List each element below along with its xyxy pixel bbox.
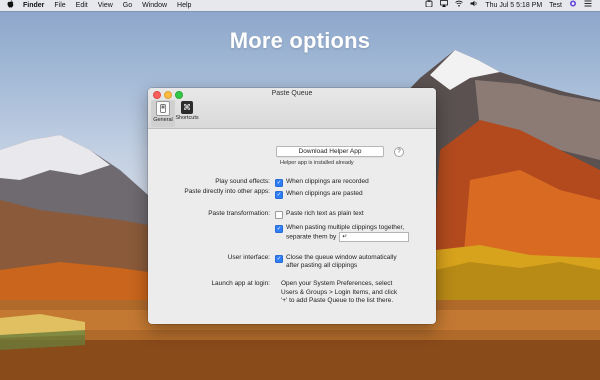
- menu-clock[interactable]: Thu Jul 5 5:18 PM: [485, 0, 542, 11]
- separator-field[interactable]: ↵: [339, 232, 410, 242]
- plain-text-checkbox[interactable]: [275, 210, 283, 219]
- tab-shortcuts-label: Shortcuts: [175, 115, 199, 121]
- tab-shortcuts[interactable]: ⌘ Shortcuts: [175, 100, 199, 127]
- tab-general-label: General: [153, 117, 173, 123]
- help-button[interactable]: ?: [394, 147, 404, 157]
- plain-text-label: Paste rich text as plain text: [286, 210, 364, 217]
- plain-text-option[interactable]: Paste rich text as plain text: [275, 210, 364, 219]
- menu-extras: Thu Jul 5 5:18 PM Test: [418, 0, 600, 11]
- menu-bar: Finder File Edit View Go Window Help Thu…: [0, 0, 600, 11]
- close-window-line2: after pasting all clippings: [286, 262, 358, 269]
- separator-checkbox[interactable]: ✓: [275, 224, 283, 233]
- close-window-text: Close the queue window automatically aft…: [286, 254, 397, 270]
- apple-icon[interactable]: [7, 0, 15, 11]
- download-helper-button[interactable]: Download Helper App: [276, 146, 384, 157]
- notification-center-icon[interactable]: [584, 0, 592, 11]
- menu-edit[interactable]: Edit: [76, 0, 88, 11]
- window-title: Paste Queue: [271, 90, 313, 97]
- preferences-toolbar: General ⌘ Shortcuts: [151, 100, 199, 127]
- window-titlebar[interactable]: Paste Queue General ⌘ Shortcuts: [148, 88, 436, 129]
- sound-effects-label: Play sound effects:: [215, 178, 270, 185]
- sound-pasted-option[interactable]: ✓ When clippings are pasted: [275, 190, 363, 199]
- sound-recorded-option[interactable]: ✓ When clippings are recorded: [275, 178, 369, 187]
- sound-recorded-checkbox[interactable]: ✓: [275, 178, 283, 187]
- menu-view[interactable]: View: [98, 0, 113, 11]
- menu-user[interactable]: Test: [549, 0, 562, 11]
- separator-text: When pasting multiple clippings together…: [286, 224, 410, 242]
- sound-recorded-label: When clippings are recorded: [286, 178, 369, 185]
- tab-general[interactable]: General: [151, 100, 175, 127]
- clipboard-status-icon[interactable]: [425, 0, 433, 11]
- launch-login-instructions: Open your System Preferences, select Use…: [281, 280, 416, 306]
- launch-line3: '+' to add Paste Queue to the list there…: [281, 297, 394, 304]
- menu-finder[interactable]: Finder: [23, 0, 44, 11]
- user-interface-label: User interface:: [227, 254, 270, 261]
- airplay-icon[interactable]: [440, 0, 449, 11]
- menu-file[interactable]: File: [54, 0, 65, 11]
- close-window-checkbox[interactable]: ✓: [275, 254, 283, 263]
- separator-option[interactable]: ✓ When pasting multiple clippings togeth…: [275, 224, 410, 242]
- sound-pasted-checkbox[interactable]: ✓: [275, 190, 283, 199]
- helper-status-note: Helper app is installed already: [280, 160, 354, 166]
- switch-icon: [156, 101, 170, 116]
- launch-login-label: Launch app at login:: [211, 280, 270, 287]
- close-window-line1: Close the queue window automatically: [286, 254, 397, 261]
- separator-label-line1: When pasting multiple clippings together…: [286, 224, 405, 231]
- launch-line2: Users & Groups > Login Items, and click: [281, 288, 398, 296]
- command-icon: ⌘: [181, 101, 193, 114]
- transformation-label: Paste transformation:: [208, 210, 270, 217]
- launch-line1: Open your System Preferences, select: [281, 280, 393, 287]
- menu-window[interactable]: Window: [142, 0, 167, 11]
- sound-pasted-label: When clippings are pasted: [286, 190, 363, 197]
- menu-go[interactable]: Go: [123, 0, 132, 11]
- preferences-window: Paste Queue General ⌘ Shortcuts Paste di…: [148, 88, 436, 324]
- volume-icon[interactable]: [470, 0, 478, 11]
- menu-help[interactable]: Help: [177, 0, 191, 11]
- wifi-icon[interactable]: [455, 0, 464, 11]
- separator-label-line2: separate them by: [286, 233, 337, 241]
- siri-icon[interactable]: [569, 0, 577, 11]
- promo-heading: More options: [229, 28, 371, 53]
- paste-direct-label: Paste directly into other apps:: [184, 188, 270, 195]
- close-window-option[interactable]: ✓ Close the queue window automatically a…: [275, 254, 397, 270]
